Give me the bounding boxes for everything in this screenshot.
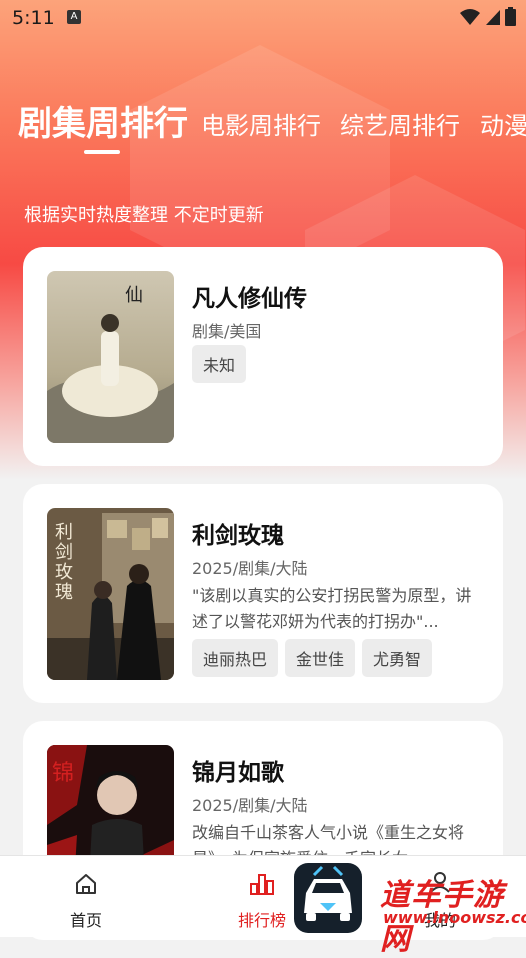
ranking-subtitle: 根据实时热度整理 不定时更新 — [24, 205, 264, 226]
svg-text:利: 利 — [55, 522, 73, 543]
drama-title: 凡人修仙传 — [192, 286, 307, 312]
signal-icon — [486, 9, 500, 25]
nav-label: 排行榜 — [237, 911, 286, 930]
poster-image: 利 剑 玫 瑰 — [47, 508, 174, 680]
drama-title: 锦月如歌 — [192, 760, 284, 786]
tab-movie-weekly[interactable]: 电影周排行 — [201, 106, 321, 141]
tag: 金世佳 — [285, 639, 356, 677]
tag-list: 未知 — [192, 345, 247, 383]
drama-meta: 剧集/美国 — [192, 322, 262, 341]
nav-ranking[interactable]: 排行榜 — [222, 856, 302, 937]
status-time: 5:11 — [12, 7, 55, 29]
tab-anime-weekly[interactable]: 动漫 — [480, 106, 526, 141]
tab-indicator — [84, 150, 120, 154]
notification-icon: A — [67, 10, 81, 24]
drama-card[interactable]: 利 剑 玫 瑰 利剑玫瑰 2025/剧集/大陆 "该剧以真实的公安打拐民警为原型… — [23, 484, 503, 703]
tag: 尤勇智 — [362, 639, 433, 677]
poster-image: 仙 — [47, 271, 174, 443]
watermark-url: www.lnoowsz.com — [383, 908, 526, 927]
tag: 迪丽热巴 — [192, 639, 279, 677]
svg-text:锦: 锦 — [52, 761, 74, 786]
nav-label: 首页 — [69, 911, 102, 930]
svg-text:剑: 剑 — [55, 542, 73, 563]
nav-home[interactable]: 首页 — [46, 856, 126, 937]
tag: 未知 — [192, 345, 247, 383]
svg-text:瑰: 瑰 — [55, 582, 73, 603]
drama-description: "该剧以真实的公安打拐民警为原型，讲述了以警花邓妍为代表的打拐办"... — [192, 586, 472, 631]
battery-icon — [505, 7, 516, 26]
app-logo-badge — [294, 863, 362, 933]
svg-text:仙: 仙 — [125, 285, 143, 306]
tab-variety-weekly[interactable]: 综艺周排行 — [340, 106, 460, 141]
tag-list: 迪丽热巴 金世佳 尤勇智 — [192, 639, 433, 677]
status-bar: 5:11 A — [0, 0, 526, 36]
svg-text:玫: 玫 — [55, 562, 73, 583]
chart-icon — [250, 874, 274, 895]
tab-drama-weekly[interactable]: 剧集周排行 — [18, 96, 188, 145]
drama-card[interactable]: 仙 凡人修仙传 剧集/美国 未知 — [23, 247, 503, 466]
wifi-icon — [460, 8, 480, 25]
home-icon — [76, 874, 96, 894]
drama-meta: 2025/剧集/大陆 — [192, 796, 308, 815]
drama-title: 利剑玫瑰 — [192, 523, 284, 549]
drama-meta: 2025/剧集/大陆 — [192, 559, 308, 578]
car-icon — [304, 865, 352, 921]
